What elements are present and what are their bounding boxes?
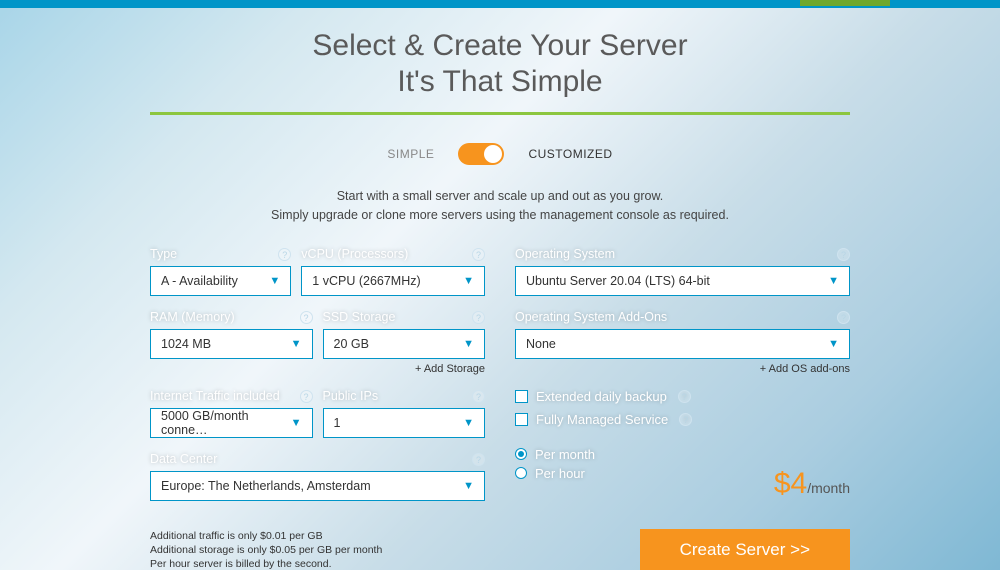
vcpu-value: 1 vCPU (2667MHz) <box>312 274 420 288</box>
chevron-down-icon: ▼ <box>828 338 839 350</box>
toggle-knob <box>484 145 502 163</box>
per-month-radio[interactable] <box>515 448 527 460</box>
vcpu-label: vCPU (Processors) <box>301 247 485 261</box>
chevron-down-icon: ▼ <box>269 275 280 287</box>
per-hour-label: Per hour <box>535 466 585 481</box>
mode-customized-label[interactable]: CUSTOMIZED <box>528 147 612 161</box>
help-icon[interactable]: ? <box>472 311 485 324</box>
help-icon[interactable]: ? <box>837 311 850 324</box>
traffic-value: 5000 GB/month conne… <box>161 409 291 437</box>
config-form: Type ? A - Availability ▼ vCPU (Processo… <box>150 247 850 515</box>
intro-text: Start with a small server and scale up a… <box>150 187 850 225</box>
chevron-down-icon: ▼ <box>828 275 839 287</box>
backup-checkbox[interactable] <box>515 390 528 403</box>
os-addons-value: None <box>526 337 556 351</box>
backup-label: Extended daily backup <box>536 389 667 404</box>
chevron-down-icon: ▼ <box>463 275 474 287</box>
title-line-1: Select & Create Your Server <box>312 29 687 62</box>
ips-dropdown[interactable]: 1 ▼ <box>323 408 486 438</box>
chevron-down-icon: ▼ <box>291 338 302 350</box>
help-icon[interactable]: ? <box>472 390 485 403</box>
form-left-column: Type ? A - Availability ▼ vCPU (Processo… <box>150 247 485 515</box>
footer-row: Additional traffic is only $0.01 per GB … <box>150 529 850 570</box>
options-block: Extended daily backup ? Fully Managed Se… <box>515 389 850 427</box>
ips-label: Public IPs <box>323 389 486 403</box>
help-icon[interactable]: ? <box>300 390 313 403</box>
top-bar <box>0 0 1000 8</box>
chevron-down-icon: ▼ <box>463 480 474 492</box>
help-icon[interactable]: ? <box>300 311 313 324</box>
type-dropdown[interactable]: A - Availability ▼ <box>150 266 291 296</box>
ssd-value: 20 GB <box>334 337 369 351</box>
fine-print: Additional traffic is only $0.01 per GB … <box>150 529 382 570</box>
help-icon[interactable]: ? <box>278 248 291 261</box>
os-label: Operating System <box>515 247 850 261</box>
title-divider <box>150 112 850 115</box>
fine-line-3: Per hour server is billed by the second. <box>150 557 382 570</box>
price-unit: /month <box>807 480 850 496</box>
help-icon[interactable]: ? <box>678 390 691 403</box>
dc-dropdown[interactable]: Europe: The Netherlands, Amsterdam ▼ <box>150 471 485 501</box>
traffic-dropdown[interactable]: 5000 GB/month conne… ▼ <box>150 408 313 438</box>
fine-line-2: Additional storage is only $0.05 per GB … <box>150 543 382 557</box>
dc-value: Europe: The Netherlands, Amsterdam <box>161 479 371 493</box>
ram-dropdown[interactable]: 1024 MB ▼ <box>150 329 313 359</box>
os-addons-dropdown[interactable]: None ▼ <box>515 329 850 359</box>
fine-line-1: Additional traffic is only $0.01 per GB <box>150 529 382 543</box>
ips-value: 1 <box>334 416 341 430</box>
type-value: A - Availability <box>161 274 238 288</box>
intro-line-1: Start with a small server and scale up a… <box>150 187 850 206</box>
main-panel: Select & Create Your Server It's That Si… <box>150 8 850 570</box>
add-storage-link[interactable]: + Add Storage <box>323 363 486 375</box>
managed-checkbox[interactable] <box>515 413 528 426</box>
dc-label: Data Center <box>150 452 485 466</box>
chevron-down-icon: ▼ <box>463 338 474 350</box>
ssd-label: SSD Storage <box>323 310 486 324</box>
price-amount: $4 <box>774 467 807 500</box>
mode-toggle[interactable] <box>458 143 504 165</box>
managed-label: Fully Managed Service <box>536 412 668 427</box>
os-dropdown[interactable]: Ubuntu Server 20.04 (LTS) 64-bit ▼ <box>515 266 850 296</box>
page-title: Select & Create Your Server It's That Si… <box>150 28 850 100</box>
nav-signup-button[interactable] <box>800 0 890 6</box>
mode-simple-label[interactable]: SIMPLE <box>387 147 434 161</box>
intro-line-2: Simply upgrade or clone more servers usi… <box>150 206 850 225</box>
help-icon[interactable]: ? <box>679 413 692 426</box>
type-label: Type <box>150 247 291 261</box>
traffic-label: Internet Traffic included <box>150 389 313 403</box>
ram-value: 1024 MB <box>161 337 211 351</box>
title-line-2: It's That Simple <box>150 64 850 100</box>
per-hour-radio[interactable] <box>515 467 527 479</box>
vcpu-dropdown[interactable]: 1 vCPU (2667MHz) ▼ <box>301 266 485 296</box>
chevron-down-icon: ▼ <box>291 417 302 429</box>
os-addons-label: Operating System Add-Ons <box>515 310 850 324</box>
form-right-column: Operating System ? Ubuntu Server 20.04 (… <box>515 247 850 515</box>
create-server-button[interactable]: Create Server >> <box>640 529 850 570</box>
help-icon[interactable]: ? <box>472 453 485 466</box>
add-os-addons-link[interactable]: + Add OS add-ons <box>515 363 850 375</box>
ram-label: RAM (Memory) <box>150 310 313 324</box>
os-value: Ubuntu Server 20.04 (LTS) 64-bit <box>526 274 710 288</box>
help-icon[interactable]: ? <box>472 248 485 261</box>
chevron-down-icon: ▼ <box>463 417 474 429</box>
ssd-dropdown[interactable]: 20 GB ▼ <box>323 329 486 359</box>
mode-toggle-row: SIMPLE CUSTOMIZED <box>150 143 850 165</box>
per-month-label: Per month <box>535 447 595 462</box>
help-icon[interactable]: ? <box>837 248 850 261</box>
